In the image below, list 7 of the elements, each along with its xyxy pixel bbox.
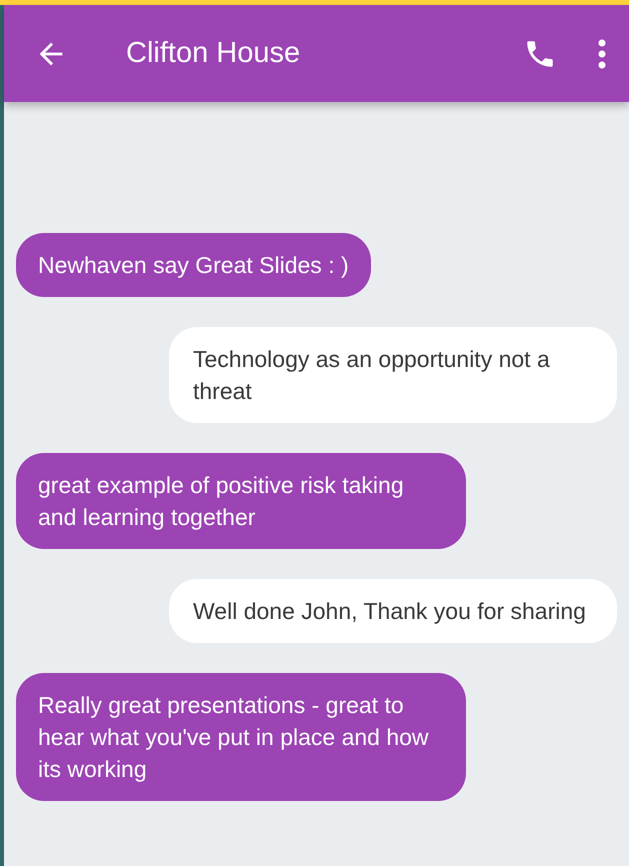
chat-title: Clifton House: [126, 37, 302, 70]
message-bubble: great example of positive risk taking and learning together: [16, 453, 466, 549]
more-options-icon[interactable]: [597, 38, 607, 68]
message-bubble: Really great presentations - great to hear what you've put in place and how its working: [16, 673, 466, 801]
message-bubble: Newhaven say Great Slides : ): [16, 233, 371, 297]
message-bubble: Well done John, Thank you for sharing: [169, 579, 617, 643]
message-bubble: Technology as an opportunity not a threat: [169, 327, 617, 423]
